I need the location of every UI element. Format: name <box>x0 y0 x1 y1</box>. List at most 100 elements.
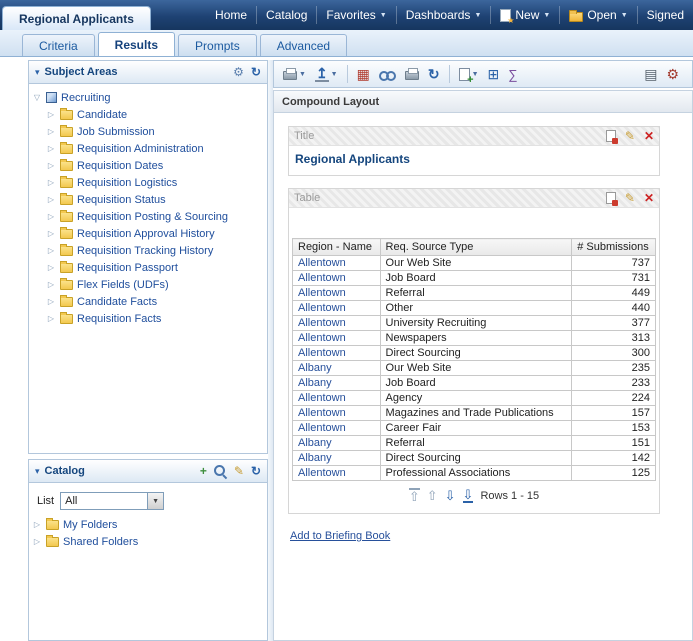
region-cell[interactable]: Albany <box>293 376 381 391</box>
expand-twisty-icon[interactable]: ▷ <box>46 110 56 119</box>
expand-twisty-icon[interactable]: ▷ <box>46 280 56 289</box>
catalog-folder[interactable]: ▷ My Folders <box>32 516 264 533</box>
manage-subject-areas-icon[interactable]: ⚙ <box>233 66 244 78</box>
region-cell[interactable]: Allentown <box>293 256 381 271</box>
table-column-header[interactable]: # Submissions <box>572 239 656 256</box>
region-cell[interactable]: Allentown <box>293 286 381 301</box>
tree-node-folder[interactable]: ▷ Requisition Logistics <box>32 174 264 191</box>
expand-twisty-icon[interactable]: ▷ <box>46 144 56 153</box>
format-container-icon[interactable] <box>606 192 616 204</box>
tree-node-folder[interactable]: ▷ Requisition Facts <box>32 310 264 327</box>
region-cell[interactable]: Allentown <box>293 391 381 406</box>
refresh-icon[interactable]: ↻ <box>251 465 261 477</box>
tree-node-recruiting[interactable]: ▽ Recruiting <box>32 89 264 106</box>
nav-open[interactable]: Open▼ <box>559 6 636 24</box>
nav-home[interactable]: Home <box>206 6 256 24</box>
add-to-briefing-book-link[interactable]: Add to Briefing Book <box>290 530 390 542</box>
workspace: ▾ Subject Areas ⚙ ↻ ▽ Recruiting <box>0 57 693 641</box>
edit-view-icon[interactable]: ✎ <box>625 130 635 142</box>
tab-prompts[interactable]: Prompts <box>178 34 257 56</box>
new-view-icon[interactable]: ▼ <box>459 68 479 81</box>
nav-signed-in[interactable]: Signed <box>637 6 693 24</box>
expand-twisty-icon[interactable]: ▷ <box>46 246 56 255</box>
remove-view-icon[interactable]: ✕ <box>644 130 654 142</box>
expand-twisty-icon[interactable]: ▷ <box>46 314 56 323</box>
document-tab[interactable]: Regional Applicants <box>2 6 151 30</box>
expand-twisty-icon[interactable]: ▷ <box>32 520 42 529</box>
list-type-select[interactable]: All ▼ <box>60 492 164 510</box>
tab-results[interactable]: Results <box>98 32 175 56</box>
table-column-header[interactable]: Req. Source Type <box>380 239 572 256</box>
preview-glasses-icon[interactable] <box>379 68 396 80</box>
expand-twisty-icon[interactable]: ▷ <box>32 537 42 546</box>
expand-twisty-icon[interactable]: ▷ <box>46 161 56 170</box>
expand-twisty-icon[interactable]: ▷ <box>46 229 56 238</box>
nav-new[interactable]: New▼ <box>490 6 559 24</box>
expand-twisty-icon[interactable]: ▷ <box>46 178 56 187</box>
global-nav: Home Catalog Favorites▼ Dashboards▼ New▼… <box>206 0 693 30</box>
max-rows-icon[interactable]: ⇩ <box>463 488 474 503</box>
expand-twisty-icon[interactable]: ▷ <box>46 127 56 136</box>
tree-node-folder[interactable]: ▷ Flex Fields (UDFs) <box>32 276 264 293</box>
region-cell[interactable]: Allentown <box>293 301 381 316</box>
nav-favorites-label: Favorites <box>326 8 375 22</box>
format-container-icon[interactable] <box>606 130 616 142</box>
refresh-results-icon[interactable]: ↻ <box>428 67 440 81</box>
region-cell[interactable]: Albany <box>293 436 381 451</box>
nav-dashboards[interactable]: Dashboards▼ <box>396 6 491 24</box>
region-cell[interactable]: Allentown <box>293 466 381 481</box>
region-cell[interactable]: Allentown <box>293 271 381 286</box>
collapse-pane-icon[interactable]: ▾ <box>35 67 40 78</box>
nav-catalog[interactable]: Catalog <box>256 6 316 24</box>
table-column-header[interactable]: Region - Name <box>293 239 381 256</box>
previous-rows-icon[interactable]: ⇧ <box>427 489 438 502</box>
expand-twisty-icon[interactable]: ▷ <box>46 195 56 204</box>
tree-node-folder[interactable]: ▷ Requisition Approval History <box>32 225 264 242</box>
region-cell[interactable]: Allentown <box>293 316 381 331</box>
print-options-icon[interactable] <box>405 68 419 80</box>
new-group-icon[interactable]: ⊞ <box>488 67 500 81</box>
tree-node-folder[interactable]: ▷ Requisition Passport <box>32 259 264 276</box>
region-cell[interactable]: Albany <box>293 451 381 466</box>
region-cell[interactable]: Allentown <box>293 421 381 436</box>
region-cell[interactable]: Allentown <box>293 406 381 421</box>
export-icon[interactable]: ↥▼ <box>315 66 338 82</box>
nav-favorites[interactable]: Favorites▼ <box>316 6 395 24</box>
tree-node-folder[interactable]: ▷ Job Submission <box>32 123 264 140</box>
edit-icon[interactable]: ✎ <box>234 465 244 477</box>
new-calculated-item-icon[interactable]: ∑ <box>508 68 517 81</box>
tree-node-folder[interactable]: ▷ Requisition Status <box>32 191 264 208</box>
tab-criteria[interactable]: Criteria <box>22 34 95 56</box>
tab-advanced[interactable]: Advanced <box>260 34 347 56</box>
collapse-twisty-icon[interactable]: ▽ <box>32 93 42 102</box>
title-view-header[interactable]: Title ✎ ✕ <box>289 127 659 146</box>
region-cell[interactable]: Allentown <box>293 331 381 346</box>
tree-node-folder[interactable]: ▷ Candidate Facts <box>32 293 264 310</box>
refresh-icon[interactable]: ↻ <box>251 66 261 78</box>
submissions-cell: 151 <box>572 436 656 451</box>
search-icon[interactable] <box>214 465 227 478</box>
table-view-header[interactable]: Table ✎ ✕ <box>289 189 659 208</box>
results-toolbar: ▼ ↥▼ ▦ ↻ ▼ ⊞ ∑ ▤ ⚙ <box>273 60 693 88</box>
tree-node-folder[interactable]: ▷ Candidate <box>32 106 264 123</box>
first-rows-icon[interactable]: ⇧ <box>409 488 420 503</box>
tree-node-folder[interactable]: ▷ Requisition Tracking History <box>32 242 264 259</box>
analysis-properties-icon[interactable]: ⚙ <box>666 67 679 81</box>
print-icon[interactable]: ▼ <box>283 68 306 80</box>
expand-twisty-icon[interactable]: ▷ <box>46 212 56 221</box>
remove-view-icon[interactable]: ✕ <box>644 192 654 204</box>
tree-node-folder[interactable]: ▷ Requisition Dates <box>32 157 264 174</box>
edit-view-icon[interactable]: ✎ <box>625 192 635 204</box>
add-icon[interactable]: + <box>200 465 207 477</box>
catalog-folder[interactable]: ▷ Shared Folders <box>32 533 264 550</box>
next-rows-icon[interactable]: ⇩ <box>445 489 456 502</box>
dashboard-preview-icon[interactable]: ▦ <box>357 67 370 81</box>
collapse-pane-icon[interactable]: ▾ <box>35 466 40 477</box>
expand-twisty-icon[interactable]: ▷ <box>46 263 56 272</box>
region-cell[interactable]: Allentown <box>293 346 381 361</box>
tree-node-folder[interactable]: ▷ Requisition Posting & Sourcing <box>32 208 264 225</box>
selection-steps-icon[interactable]: ▤ <box>644 67 657 81</box>
tree-node-folder[interactable]: ▷ Requisition Administration <box>32 140 264 157</box>
expand-twisty-icon[interactable]: ▷ <box>46 297 56 306</box>
region-cell[interactable]: Albany <box>293 361 381 376</box>
